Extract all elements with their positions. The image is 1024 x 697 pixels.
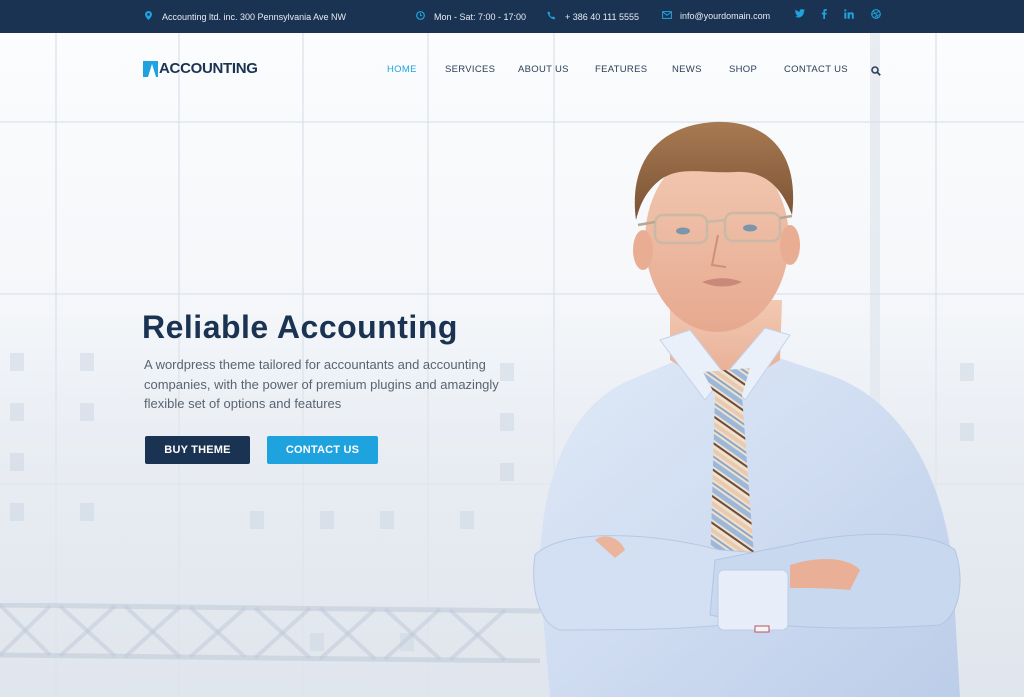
nav-item-news[interactable]: NEWS bbox=[672, 64, 702, 75]
search-icon[interactable] bbox=[871, 63, 882, 76]
nav-item-home[interactable]: HOME bbox=[387, 64, 417, 75]
background-window bbox=[10, 503, 24, 521]
background-window bbox=[320, 511, 334, 529]
background-window bbox=[10, 453, 24, 471]
phone-icon bbox=[547, 11, 556, 22]
facebook-icon[interactable] bbox=[821, 9, 827, 22]
background-window bbox=[10, 353, 24, 371]
background-window bbox=[500, 463, 514, 481]
background-window bbox=[80, 503, 94, 521]
background-window bbox=[80, 353, 94, 371]
background-window bbox=[500, 413, 514, 431]
hours-text: Mon - Sat: 7:00 - 17:00 bbox=[434, 11, 527, 22]
address-text: Accounting ltd. inc. 300 Pennsylvania Av… bbox=[162, 11, 346, 22]
background-window bbox=[250, 511, 264, 529]
nav-item-shop[interactable]: SHOP bbox=[729, 64, 757, 75]
dribbble-icon[interactable] bbox=[871, 9, 881, 22]
hero-description: A wordpress theme tailored for accountan… bbox=[144, 357, 499, 411]
hero-businessman-image bbox=[533, 121, 961, 697]
background-bridge-truss bbox=[0, 603, 540, 663]
phone-text[interactable]: + 386 40 111 5555 bbox=[565, 12, 639, 22]
main-navigation: HOME SERVICES ABOUT US FEATURES NEWS SHO… bbox=[0, 64, 1024, 76]
linkedin-icon[interactable] bbox=[844, 9, 854, 22]
map-pin-icon bbox=[144, 11, 153, 22]
background-window bbox=[380, 511, 394, 529]
email-text[interactable]: info@yourdomain.com bbox=[680, 11, 770, 21]
background-window bbox=[460, 511, 474, 529]
clock-icon bbox=[416, 11, 425, 22]
email-info[interactable]: info@yourdomain.com bbox=[662, 11, 770, 21]
nav-item-services[interactable]: SERVICES bbox=[445, 64, 495, 75]
background-window bbox=[80, 403, 94, 421]
top-info-bar: Accounting ltd. inc. 300 Pennsylvania Av… bbox=[0, 0, 1024, 33]
buy-theme-button[interactable]: BUY THEME bbox=[145, 436, 250, 464]
nav-item-features[interactable]: FEATURES bbox=[595, 64, 647, 75]
background-window bbox=[10, 403, 24, 421]
twitter-icon[interactable] bbox=[795, 9, 805, 21]
envelope-icon bbox=[662, 11, 672, 21]
phone-info[interactable]: + 386 40 111 5555 bbox=[547, 11, 639, 22]
contact-us-button[interactable]: CONTACT US bbox=[267, 436, 378, 464]
nav-item-contact-us[interactable]: CONTACT US bbox=[784, 64, 848, 75]
hero-title: Reliable Accounting bbox=[142, 309, 458, 345]
hours-info: Mon - Sat: 7:00 - 17:00 bbox=[416, 11, 526, 22]
address-info: Accounting ltd. inc. 300 Pennsylvania Av… bbox=[144, 11, 346, 22]
nav-item-about-us[interactable]: ABOUT US bbox=[518, 64, 569, 75]
